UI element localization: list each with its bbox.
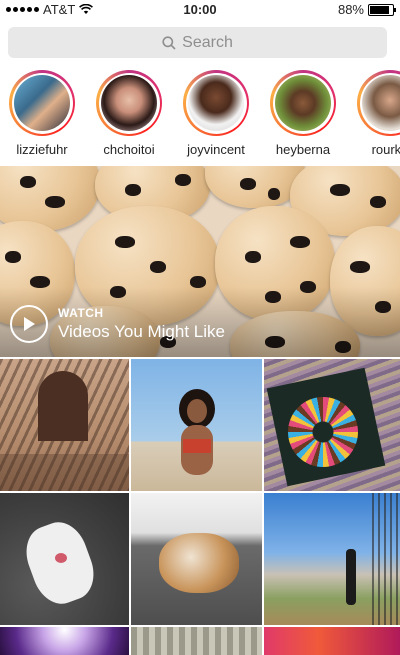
avatar — [101, 75, 157, 131]
pink-wall-photo[interactable] — [264, 627, 400, 655]
story-joyvincent[interactable]: joyvincent — [176, 70, 256, 157]
story-username: heyberna — [275, 142, 331, 157]
white-dog-photo[interactable] — [0, 493, 129, 625]
avatar — [188, 75, 244, 131]
story-username: joyvincent — [187, 142, 245, 157]
story-rourke[interactable]: rourke — [350, 70, 400, 157]
avatar — [14, 75, 70, 131]
story-heyberna[interactable]: heyberna — [263, 70, 343, 157]
watch-label: WATCH — [58, 306, 104, 320]
hilltop-view-photo[interactable] — [264, 493, 400, 625]
courtyard-shadows-photo[interactable] — [0, 359, 129, 491]
story-username: lizziefuhr — [16, 142, 68, 157]
search-bar[interactable]: Search — [8, 27, 387, 58]
status-bar: AT&T 10:00 88% — [0, 0, 400, 20]
story-lizziefuhr[interactable]: lizziefuhr — [2, 70, 82, 157]
beach-woman-photo[interactable] — [131, 359, 262, 491]
explore-grid — [0, 359, 400, 655]
sprinkle-donut-photo[interactable] — [264, 359, 400, 491]
story-username: chchoitoi — [103, 142, 155, 157]
avatar — [362, 75, 400, 131]
sleeping-cat-photo[interactable] — [131, 493, 262, 625]
story-chchoitoi[interactable]: chchoitoi — [89, 70, 169, 157]
stories-tray[interactable]: lizziefuhr chchoitoi joyvincent heyberna… — [0, 64, 400, 166]
search-placeholder: Search — [182, 33, 233, 51]
search-icon — [162, 35, 176, 50]
battery-icon — [368, 3, 396, 16]
play-icon — [24, 317, 35, 331]
purple-light-photo[interactable] — [0, 627, 129, 655]
featured-video-title: Videos You Might Like — [58, 322, 225, 341]
play-button[interactable] — [10, 305, 48, 343]
battery-status: 88% — [337, 2, 396, 17]
glass-roof-photo[interactable] — [131, 627, 262, 655]
featured-video-card[interactable]: WATCH Videos You Might Like — [0, 166, 400, 357]
avatar — [275, 75, 331, 131]
battery-percent: 88% — [337, 2, 364, 17]
story-username: rourke — [371, 142, 400, 157]
